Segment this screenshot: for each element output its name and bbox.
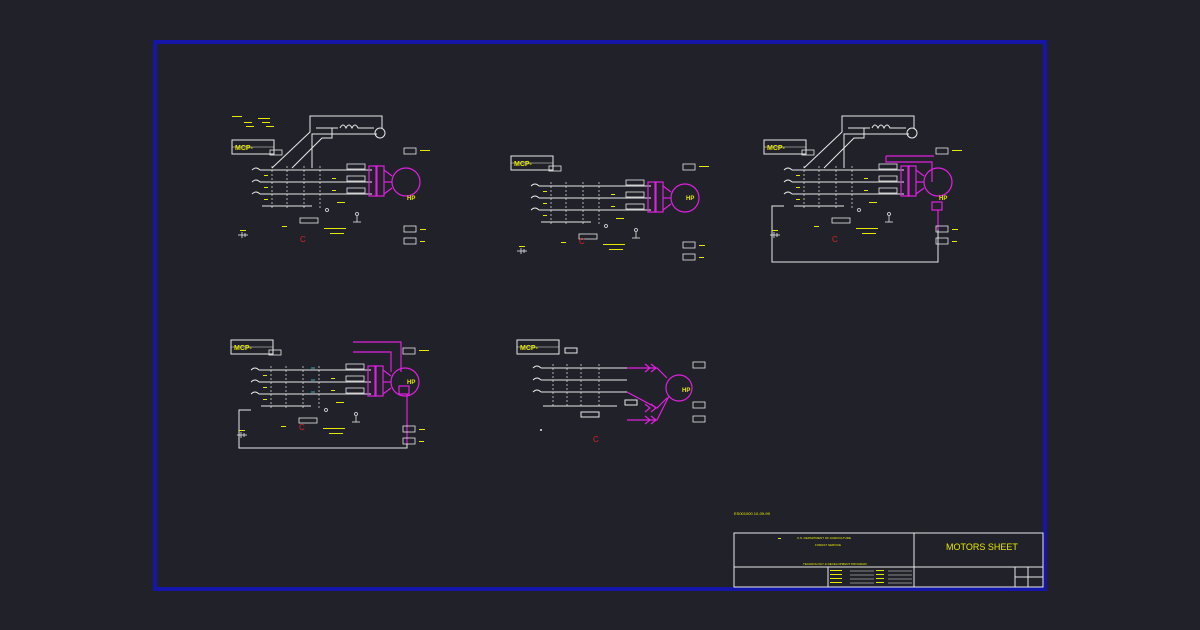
schematic-4: MCP- HP C [230,339,430,449]
contactor-label: C [593,435,599,444]
contactor-label: C [299,423,305,432]
schematic-5: MCP- HP C [516,339,706,444]
drawing-id: ES001000 10-09-99 [734,511,771,516]
schematic-2: MCP- HP C [510,155,710,261]
drawing-frame [153,40,1047,591]
motor-hp-label: HP [407,380,415,386]
motor-hp-label: HP [407,196,415,202]
mcp-label: MCP- [234,345,253,352]
mcp-label: MCP- [520,345,539,352]
agency-line-1: U.S. DEPARTMENT OF AGRICULTURE [797,536,851,540]
contactor-label: C [579,237,585,246]
motor-hp-label: HP [682,388,690,394]
mcp-label: MCP- [767,145,786,152]
title-block: ES001000 10-09-99 U.S. DEPARTMENT OF AGR… [733,511,1044,588]
contactor-label: C [832,235,838,244]
program-subtitle: TECHNOLOGY & DEVELOPMENT PROGRAM [803,562,867,566]
motor-hp-label: HP [939,196,947,202]
schematic-1: MCP- HP C [231,115,431,245]
motor-hp-label: HP [686,196,694,202]
mcp-label: MCP- [514,161,533,168]
cad-drawing: MCP- HP C MCP- HP C MCP- HP C MCP- HP C … [153,40,1047,591]
sheet-title: MOTORS SHEET [946,542,1018,552]
contactor-label: C [300,235,306,244]
mcp-label: MCP- [235,145,254,152]
schematic-3: MCP- HP C [763,115,963,263]
agency-line-2: FOREST SERVICE [815,543,841,547]
